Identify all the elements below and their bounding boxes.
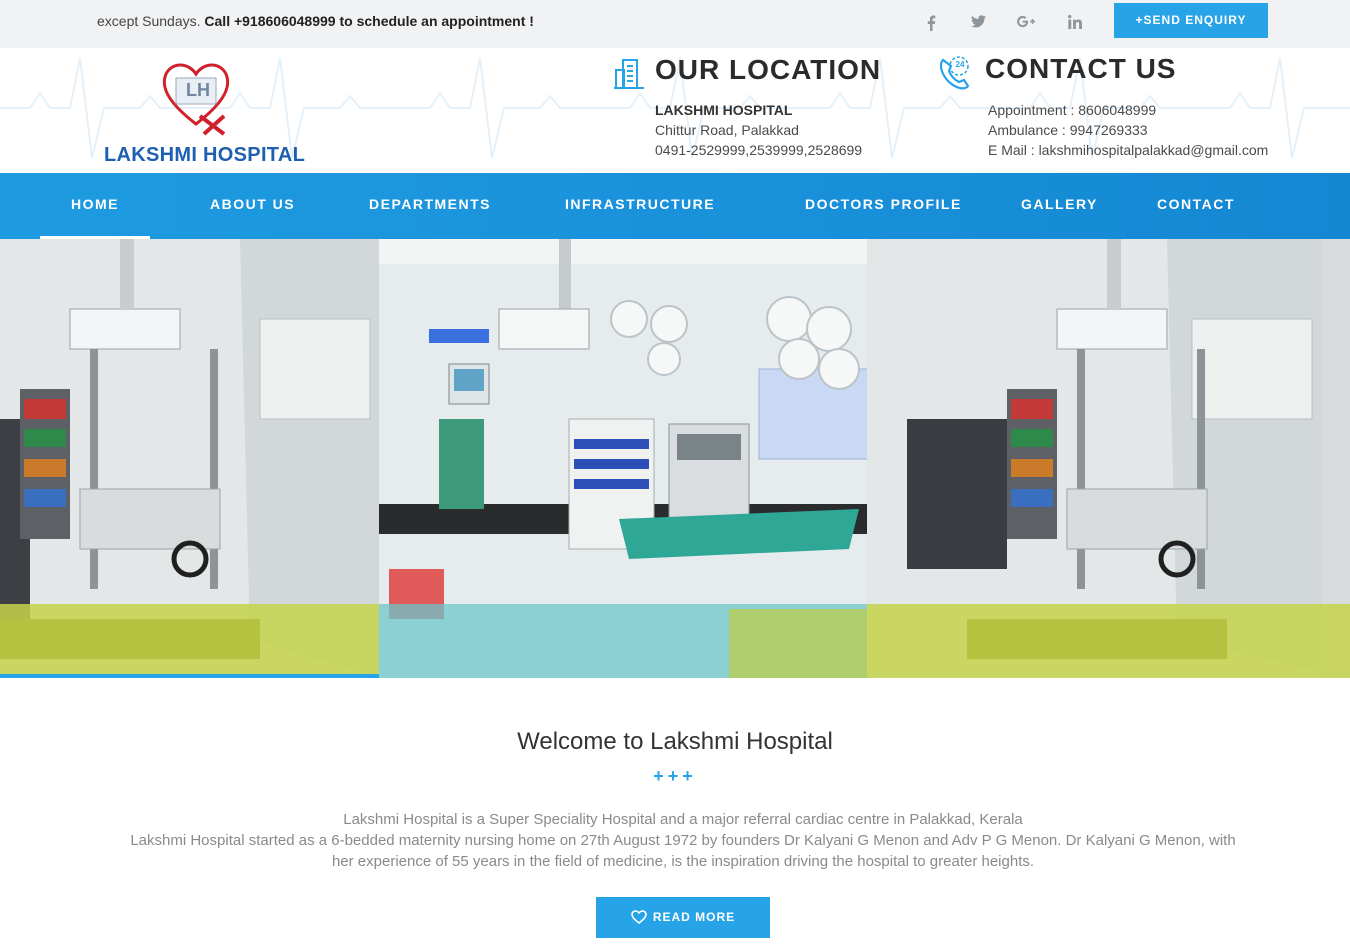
logo-name: LAKSHMI HOSPITAL bbox=[104, 144, 306, 166]
announcement-ticker: except Sundays. Call +918606048999 to sc… bbox=[97, 13, 557, 29]
our-location-title: OUR LOCATION bbox=[655, 54, 882, 85]
nav-contact[interactable]: CONTACT bbox=[1157, 173, 1235, 239]
heart-icon bbox=[631, 910, 647, 925]
welcome-title: Welcome to Lakshmi Hospital bbox=[517, 728, 833, 755]
plus-separator-icon: +++ bbox=[653, 766, 697, 786]
site-header: LH LAKSHMI HOSPITAL OUR LOCATION LAKSHMI… bbox=[0, 48, 1350, 173]
twitter-icon[interactable] bbox=[967, 12, 989, 34]
google-plus-icon[interactable] bbox=[1015, 12, 1037, 34]
nav-infrastructure[interactable]: INFRASTRUCTURE bbox=[565, 173, 715, 239]
contact-us-title: CONTACT US bbox=[985, 53, 1177, 84]
read-more-button[interactable]: READ MORE bbox=[596, 897, 770, 938]
hero-slide-center bbox=[379, 239, 867, 678]
nav-gallery[interactable]: GALLERY bbox=[1021, 173, 1098, 239]
hero-slide-right bbox=[867, 239, 1350, 678]
intro-paragraph-2: Lakshmi Hospital started as a 6-bedded m… bbox=[130, 832, 1236, 849]
ticker-call-text: Call +918606048999 to schedule an appoin… bbox=[204, 13, 534, 29]
contact-24-badge: 24 bbox=[955, 60, 965, 69]
contact-ambulance: Ambulance : 9947269333 bbox=[988, 122, 1148, 138]
top-bar: except Sundays. Call +918606048999 to sc… bbox=[0, 0, 1350, 48]
contact-email[interactable]: E Mail : lakshmihospitalpalakkad@gmail.c… bbox=[988, 142, 1268, 158]
intro-paragraph-2-continued: her experience of 55 years in the field … bbox=[331, 853, 1035, 870]
location-hospital-name: LAKSHMI HOSPITAL bbox=[655, 102, 793, 118]
ticker-text: except Sundays. bbox=[97, 13, 205, 29]
main-navigation: HOME ABOUT US DEPARTMENTS INFRASTRUCTURE… bbox=[0, 173, 1350, 239]
facebook-icon[interactable] bbox=[920, 12, 942, 34]
location-phones: 0491-2529999,2539999,2528699 bbox=[655, 142, 863, 158]
location-address: Chittur Road, Palakkad bbox=[655, 122, 799, 138]
nav-doctors-profile[interactable]: DOCTORS PROFILE bbox=[805, 173, 962, 239]
send-enquiry-button[interactable]: +SEND ENQUIRY bbox=[1114, 3, 1268, 38]
nav-departments[interactable]: DEPARTMENTS bbox=[369, 173, 491, 239]
hero-slider[interactable] bbox=[0, 239, 1350, 678]
read-more-label: READ MORE bbox=[652, 910, 736, 924]
nav-home[interactable]: HOME bbox=[40, 173, 150, 239]
hero-slide-left bbox=[0, 239, 380, 678]
intro-paragraph-1: Lakshmi Hospital is a Super Speciality H… bbox=[343, 811, 1023, 828]
logo-initials: LH bbox=[186, 80, 210, 100]
building-icon bbox=[614, 59, 644, 89]
nav-about-us[interactable]: ABOUT US bbox=[210, 173, 295, 239]
contact-appointment: Appointment : 8606048999 bbox=[988, 102, 1157, 118]
hospital-logo[interactable]: LH LAKSHMI HOSPITAL bbox=[104, 58, 324, 168]
linkedin-icon[interactable] bbox=[1064, 12, 1086, 34]
